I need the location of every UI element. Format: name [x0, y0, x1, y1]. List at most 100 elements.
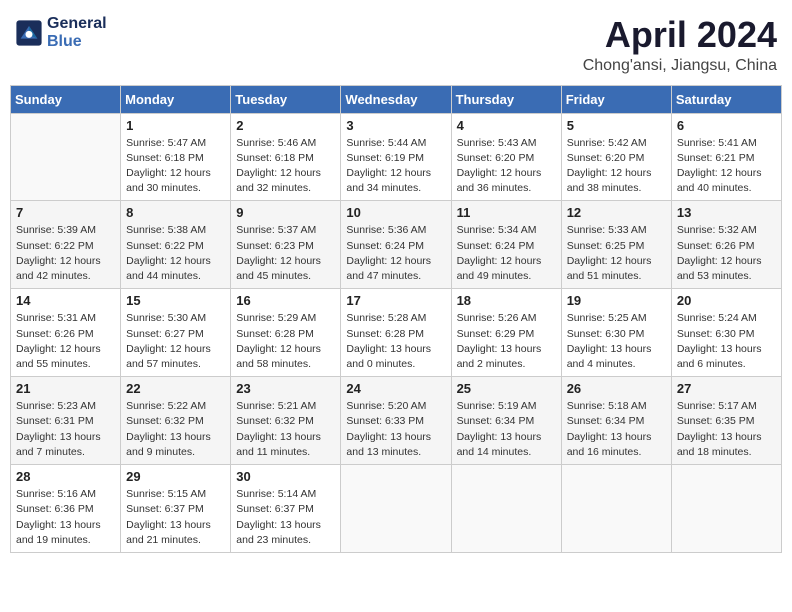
- table-row: 22 Sunrise: 5:22 AM Sunset: 6:32 PM Dayli…: [121, 377, 231, 465]
- table-row: 3Sunrise: 5:44 AM Sunset: 6:19 PM Daylig…: [341, 113, 451, 201]
- day-info: Sunrise: 5:38 AM Sunset: 6:22 PM Dayligh…: [126, 223, 225, 284]
- day-info: Sunrise: 5:19 AM Sunset: 6:34 PM Dayligh…: [457, 399, 556, 460]
- day-number: 18: [457, 293, 556, 308]
- col-wednesday: Wednesday: [341, 85, 451, 113]
- day-info: Sunrise: 5:30 AM Sunset: 6:27 PM Dayligh…: [126, 311, 225, 372]
- day-info: Sunrise: 5:33 AM Sunset: 6:25 PM Dayligh…: [567, 223, 666, 284]
- table-row: 26Sunrise: 5:18 AM Sunset: 6:34 PM Dayli…: [561, 377, 671, 465]
- calendar-table: Sunday Monday Tuesday Wednesday Thursday…: [10, 85, 782, 553]
- day-info: Sunrise: 5:23 AM Sunset: 6:31 PM Dayligh…: [16, 399, 115, 460]
- table-row: 29Sunrise: 5:15 AM Sunset: 6:37 PM Dayli…: [121, 465, 231, 553]
- day-info: Sunrise: 5:16 AM Sunset: 6:36 PM Dayligh…: [16, 487, 115, 548]
- table-row: 6Sunrise: 5:41 AM Sunset: 6:21 PM Daylig…: [671, 113, 781, 201]
- table-row: 28 Sunrise: 5:16 AM Sunset: 6:36 PM Dayli…: [11, 465, 121, 553]
- day-number: 12: [567, 205, 666, 220]
- day-info: Sunrise: 5:32 AM Sunset: 6:26 PM Dayligh…: [677, 223, 776, 284]
- day-number: 19: [567, 293, 666, 308]
- table-row: [561, 465, 671, 553]
- calendar-week-row: 21 Sunrise: 5:23 AM Sunset: 6:31 PM Dayli…: [11, 377, 782, 465]
- table-row: 25 Sunrise: 5:19 AM Sunset: 6:34 PM Dayli…: [451, 377, 561, 465]
- day-number: 2: [236, 118, 335, 133]
- title-block: April 2024 Chong'ansi, Jiangsu, China: [583, 15, 777, 75]
- table-row: 10 Sunrise: 5:36 AM Sunset: 6:24 PM Dayli…: [341, 201, 451, 289]
- day-number: 16: [236, 293, 335, 308]
- day-info: Sunrise: 5:28 AM Sunset: 6:28 PM Dayligh…: [346, 311, 445, 372]
- day-number: 15: [126, 293, 225, 308]
- day-number: 30: [236, 469, 335, 484]
- day-number: 3: [346, 118, 445, 133]
- day-number: 21: [16, 381, 115, 396]
- calendar-title: April 2024: [583, 15, 777, 55]
- day-number: 7: [16, 205, 115, 220]
- table-row: 9Sunrise: 5:37 AM Sunset: 6:23 PM Daylig…: [231, 201, 341, 289]
- table-row: [11, 113, 121, 201]
- day-info: Sunrise: 5:37 AM Sunset: 6:23 PM Dayligh…: [236, 223, 335, 284]
- table-row: 24 Sunrise: 5:20 AM Sunset: 6:33 PM Dayli…: [341, 377, 451, 465]
- table-row: 27Sunrise: 5:17 AM Sunset: 6:35 PM Dayli…: [671, 377, 781, 465]
- day-number: 10: [346, 205, 445, 220]
- table-row: 4 Sunrise: 5:43 AM Sunset: 6:20 PM Daylig…: [451, 113, 561, 201]
- col-monday: Monday: [121, 85, 231, 113]
- day-number: 25: [457, 381, 556, 396]
- day-info: Sunrise: 5:42 AM Sunset: 6:20 PM Dayligh…: [567, 136, 666, 197]
- table-row: 14 Sunrise: 5:31 AM Sunset: 6:26 PM Dayli…: [11, 289, 121, 377]
- calendar-subtitle: Chong'ansi, Jiangsu, China: [583, 57, 777, 75]
- day-info: Sunrise: 5:26 AM Sunset: 6:29 PM Dayligh…: [457, 311, 556, 372]
- day-info: Sunrise: 5:15 AM Sunset: 6:37 PM Dayligh…: [126, 487, 225, 548]
- calendar-week-row: 1 Sunrise: 5:47 AM Sunset: 6:18 PM Daylig…: [11, 113, 782, 201]
- table-row: 16 Sunrise: 5:29 AM Sunset: 6:28 PM Dayli…: [231, 289, 341, 377]
- day-number: 6: [677, 118, 776, 133]
- day-info: Sunrise: 5:36 AM Sunset: 6:24 PM Dayligh…: [346, 223, 445, 284]
- calendar-header-row: Sunday Monday Tuesday Wednesday Thursday…: [11, 85, 782, 113]
- day-number: 23: [236, 381, 335, 396]
- day-number: 24: [346, 381, 445, 396]
- day-info: Sunrise: 5:39 AM Sunset: 6:22 PM Dayligh…: [16, 223, 115, 284]
- day-number: 1: [126, 118, 225, 133]
- day-info: Sunrise: 5:47 AM Sunset: 6:18 PM Dayligh…: [126, 136, 225, 197]
- day-number: 5: [567, 118, 666, 133]
- day-info: Sunrise: 5:18 AM Sunset: 6:34 PM Dayligh…: [567, 399, 666, 460]
- day-number: 4: [457, 118, 556, 133]
- table-row: 1 Sunrise: 5:47 AM Sunset: 6:18 PM Daylig…: [121, 113, 231, 201]
- table-row: 18 Sunrise: 5:26 AM Sunset: 6:29 PM Dayli…: [451, 289, 561, 377]
- calendar-week-row: 14 Sunrise: 5:31 AM Sunset: 6:26 PM Dayli…: [11, 289, 782, 377]
- table-row: 15 Sunrise: 5:30 AM Sunset: 6:27 PM Dayli…: [121, 289, 231, 377]
- day-number: 14: [16, 293, 115, 308]
- table-row: [451, 465, 561, 553]
- day-number: 17: [346, 293, 445, 308]
- logo-icon: [15, 19, 43, 47]
- day-info: Sunrise: 5:31 AM Sunset: 6:26 PM Dayligh…: [16, 311, 115, 372]
- day-info: Sunrise: 5:24 AM Sunset: 6:30 PM Dayligh…: [677, 311, 776, 372]
- calendar-week-row: 28 Sunrise: 5:16 AM Sunset: 6:36 PM Dayli…: [11, 465, 782, 553]
- day-number: 13: [677, 205, 776, 220]
- day-info: Sunrise: 5:46 AM Sunset: 6:18 PM Dayligh…: [236, 136, 335, 197]
- day-info: Sunrise: 5:17 AM Sunset: 6:35 PM Dayligh…: [677, 399, 776, 460]
- table-row: 19Sunrise: 5:25 AM Sunset: 6:30 PM Dayli…: [561, 289, 671, 377]
- logo: General Blue: [15, 15, 107, 51]
- day-info: Sunrise: 5:20 AM Sunset: 6:33 PM Dayligh…: [346, 399, 445, 460]
- calendar-week-row: 7 Sunrise: 5:39 AM Sunset: 6:22 PM Daylig…: [11, 201, 782, 289]
- table-row: 21 Sunrise: 5:23 AM Sunset: 6:31 PM Dayli…: [11, 377, 121, 465]
- day-number: 11: [457, 205, 556, 220]
- day-info: Sunrise: 5:34 AM Sunset: 6:24 PM Dayligh…: [457, 223, 556, 284]
- table-row: [671, 465, 781, 553]
- table-row: [341, 465, 451, 553]
- day-info: Sunrise: 5:43 AM Sunset: 6:20 PM Dayligh…: [457, 136, 556, 197]
- day-info: Sunrise: 5:21 AM Sunset: 6:32 PM Dayligh…: [236, 399, 335, 460]
- day-number: 8: [126, 205, 225, 220]
- logo-text: General Blue: [47, 15, 107, 51]
- page-header: General Blue April 2024 Chong'ansi, Jian…: [10, 10, 782, 75]
- day-info: Sunrise: 5:22 AM Sunset: 6:32 PM Dayligh…: [126, 399, 225, 460]
- table-row: 5 Sunrise: 5:42 AM Sunset: 6:20 PM Daylig…: [561, 113, 671, 201]
- table-row: 12 Sunrise: 5:33 AM Sunset: 6:25 PM Dayli…: [561, 201, 671, 289]
- col-saturday: Saturday: [671, 85, 781, 113]
- table-row: 11 Sunrise: 5:34 AM Sunset: 6:24 PM Dayli…: [451, 201, 561, 289]
- table-row: 17 Sunrise: 5:28 AM Sunset: 6:28 PM Dayli…: [341, 289, 451, 377]
- table-row: 8 Sunrise: 5:38 AM Sunset: 6:22 PM Daylig…: [121, 201, 231, 289]
- day-number: 22: [126, 381, 225, 396]
- table-row: 20 Sunrise: 5:24 AM Sunset: 6:30 PM Dayli…: [671, 289, 781, 377]
- day-number: 20: [677, 293, 776, 308]
- day-number: 28: [16, 469, 115, 484]
- day-info: Sunrise: 5:29 AM Sunset: 6:28 PM Dayligh…: [236, 311, 335, 372]
- table-row: 2 Sunrise: 5:46 AM Sunset: 6:18 PM Daylig…: [231, 113, 341, 201]
